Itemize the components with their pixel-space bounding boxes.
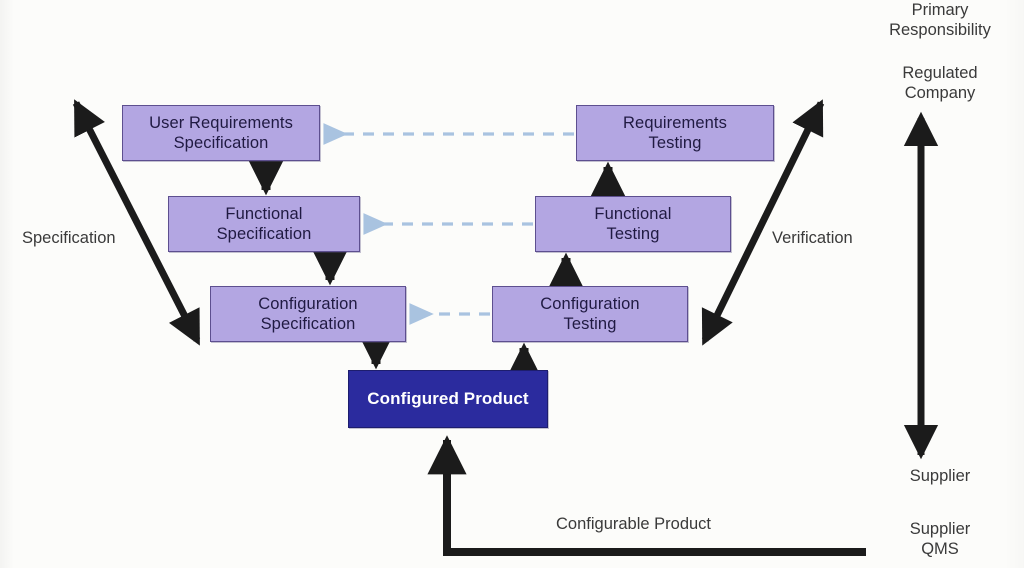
box-label-line1: Configuration — [540, 294, 640, 313]
label-supplier-qms: Supplier QMS — [856, 519, 1024, 559]
label-line1: Supplier — [909, 520, 971, 538]
box-configuration-testing[interactable]: Configuration Testing — [492, 286, 688, 342]
diagram-canvas: User Requirements Specification Function… — [0, 0, 1024, 568]
label-line2: QMS — [921, 540, 959, 559]
box-label-line2: Specification — [173, 134, 269, 152]
box-label: User Requirements Specification — [149, 113, 293, 153]
box-label: Configuration Testing — [540, 294, 639, 334]
box-label-line1: Functional — [225, 204, 303, 223]
label-specification: Specification — [22, 229, 116, 247]
box-label: Configured Product — [367, 388, 529, 408]
box-label: Configuration Specification — [258, 294, 357, 334]
label-line2: Responsibility — [889, 21, 991, 40]
connector-configurable-product-feed — [427, 435, 866, 556]
box-configuration-specification[interactable]: Configuration Specification — [210, 286, 406, 342]
box-label-line2: Testing — [648, 134, 702, 152]
label-line1: Regulated — [902, 64, 978, 82]
box-functional-testing[interactable]: Functional Testing — [535, 196, 731, 252]
box-label-line1: Configuration — [258, 294, 358, 313]
box-label-line1: Requirements — [623, 113, 727, 132]
box-label-line1: User Requirements — [149, 113, 293, 132]
box-label-line2: Testing — [563, 315, 617, 333]
label-line1: Primary — [911, 1, 969, 19]
label-verification: Verification — [772, 229, 853, 247]
box-functional-specification[interactable]: Functional Specification — [168, 196, 360, 252]
label-line2: Company — [904, 84, 976, 103]
box-label: Functional Specification — [217, 204, 312, 244]
box-label-line2: Testing — [606, 225, 660, 243]
box-user-requirements-specification[interactable]: User Requirements Specification — [122, 105, 320, 161]
label-configurable-product: Configurable Product — [556, 515, 712, 533]
label-supplier: Supplier — [909, 467, 971, 485]
box-label: Functional Testing — [594, 204, 671, 244]
box-label-line1: Functional — [594, 204, 672, 223]
label-regulated-company: Regulated Company — [856, 63, 1024, 103]
label-primary-responsibility: Primary Responsibility — [856, 0, 1024, 40]
box-requirements-testing[interactable]: Requirements Testing — [576, 105, 774, 161]
box-label: Requirements Testing — [623, 113, 727, 153]
box-label-line2: Specification — [216, 225, 312, 243]
box-configured-product[interactable]: Configured Product — [348, 370, 548, 428]
box-label-line2: Specification — [260, 315, 356, 333]
